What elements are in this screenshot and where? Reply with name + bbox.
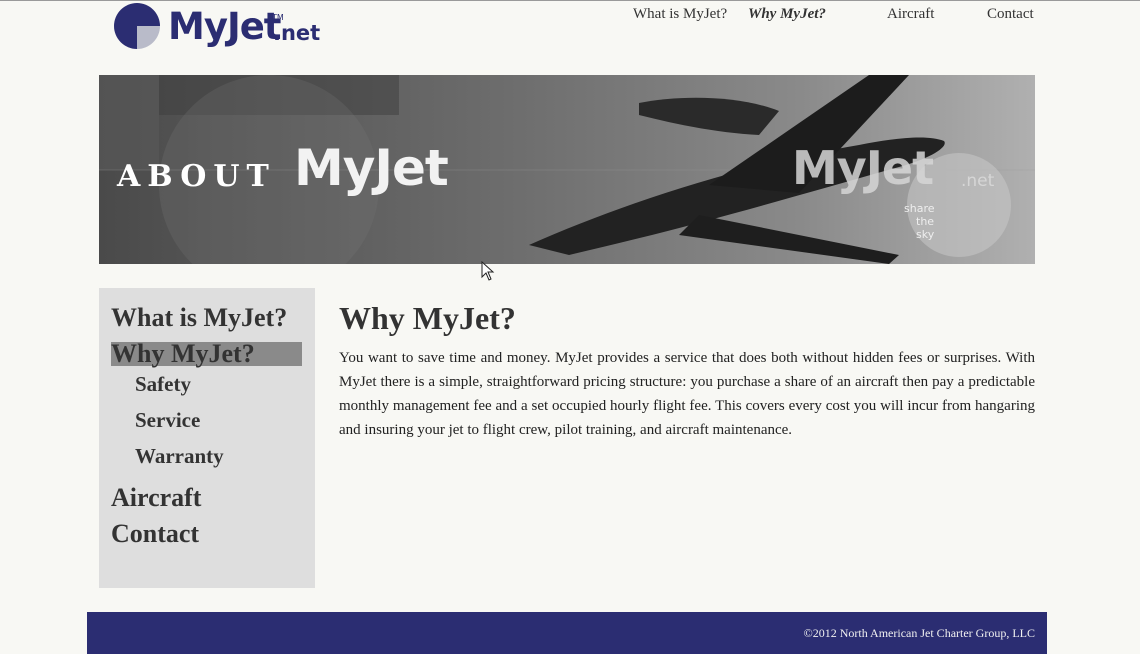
banner-about-text: ABOUT	[117, 159, 276, 194]
banner-myjet-text: MyJet	[294, 139, 449, 197]
topnav-why-myjet[interactable]: Why MyJet?	[748, 6, 826, 23]
top-border-line	[0, 0, 1140, 1]
page-body-text: You want to save time and money. MyJet p…	[339, 350, 1035, 438]
logo-mark-icon	[114, 3, 160, 49]
banner-watermark-word: MyJet	[792, 141, 934, 195]
sidebar-item-safety[interactable]: Safety	[135, 372, 191, 397]
banner-watermark-share: share	[904, 202, 935, 215]
site-logo[interactable]: MyJet TM .net	[114, 3, 324, 51]
sidebar-nav: What is MyJet? Why MyJet? Safety Service…	[99, 288, 315, 588]
topnav-contact[interactable]: Contact	[987, 6, 1034, 23]
site-footer: ©2012 North American Jet Charter Group, …	[87, 612, 1047, 654]
logo-wordmark: MyJet	[168, 5, 281, 48]
sidebar-item-warranty[interactable]: Warranty	[135, 444, 224, 469]
sidebar-item-service[interactable]: Service	[135, 408, 200, 433]
banner-watermark-sky: sky	[916, 228, 935, 241]
footer-copyright: ©2012 North American Jet Charter Group, …	[803, 626, 1035, 640]
topnav-aircraft[interactable]: Aircraft	[887, 6, 934, 23]
banner-watermark-the: the	[916, 215, 935, 228]
logo-net-suffix: .net	[273, 21, 321, 45]
sidebar-item-aircraft[interactable]: Aircraft	[111, 483, 201, 513]
page-title: Why MyJet?	[339, 300, 516, 336]
topnav-what-is-myjet[interactable]: What is MyJet?	[633, 6, 727, 23]
banner-watermark-net: .net	[961, 171, 995, 191]
sidebar-item-what-is-myjet[interactable]: What is MyJet?	[111, 303, 287, 333]
sidebar-item-why-myjet[interactable]: Why MyJet?	[111, 339, 255, 369]
sidebar-item-contact[interactable]: Contact	[111, 519, 199, 549]
mouse-cursor-icon	[481, 261, 495, 281]
about-banner: ABOUT MyJet MyJet .net share the sky	[99, 75, 1035, 264]
